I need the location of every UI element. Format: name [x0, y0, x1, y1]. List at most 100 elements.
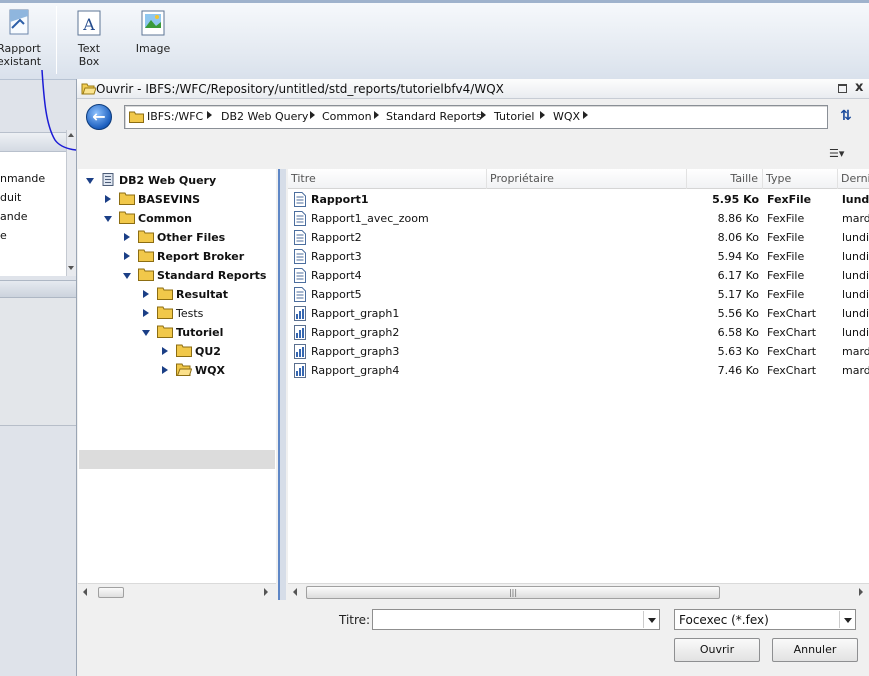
- column-header-date[interactable]: Derniè: [838, 169, 869, 189]
- svg-text:A: A: [82, 15, 95, 34]
- tree-item-tutoriel[interactable]: Tutoriel: [78, 323, 274, 342]
- scroll-up-arrow-icon[interactable]: [68, 133, 74, 137]
- view-toolbar: ☰▾: [77, 135, 869, 169]
- expand-arrow-icon[interactable]: [124, 252, 130, 260]
- file-row[interactable]: Rapport_graph3 5.63 Ko FexChart mardi: [288, 342, 869, 361]
- back-arrow-icon[interactable]: ←: [86, 104, 112, 130]
- expand-arrow-icon[interactable]: [143, 309, 149, 317]
- text-box-label: Text Box: [77, 42, 101, 68]
- file-size: 6.58 Ko: [717, 326, 759, 339]
- breadcrumb[interactable]: IBFS:/WFC DB2 Web Query Common Standard …: [124, 105, 828, 129]
- expand-arrow-icon[interactable]: [105, 195, 111, 203]
- image-button[interactable]: Image: [128, 8, 178, 55]
- tree-item-resultat[interactable]: Resultat: [78, 285, 274, 304]
- collapse-arrow-icon[interactable]: [86, 178, 94, 184]
- tree-item-label: Standard Reports: [157, 269, 267, 282]
- file-type-select[interactable]: Focexec (*.fex): [674, 609, 856, 630]
- breadcrumb-separator-icon[interactable]: [481, 111, 486, 119]
- ribbon: Rapport existant A Text Box Image: [0, 0, 869, 80]
- scrollbar-thumb[interactable]: |||: [306, 586, 720, 599]
- tree-item-report-broker[interactable]: Report Broker: [78, 247, 274, 266]
- column-header-title[interactable]: Titre: [288, 169, 487, 189]
- tree-item-tests[interactable]: Tests: [78, 304, 274, 323]
- existing-report-button[interactable]: Rapport existant: [0, 8, 52, 68]
- document-icon: [294, 230, 306, 245]
- scroll-right-arrow-icon[interactable]: [264, 588, 268, 596]
- file-type-value: Focexec (*.fex): [679, 613, 769, 627]
- file-date: lundi 7: [842, 269, 869, 282]
- scroll-down-arrow-icon[interactable]: [68, 266, 74, 270]
- breadcrumb-item[interactable]: IBFS:/WFC: [147, 110, 203, 123]
- dialog-titlebar[interactable]: Ouvrir - IBFS:/WFC/Repository/untitled/s…: [77, 79, 869, 99]
- chart-icon: [294, 344, 306, 359]
- text-box-button[interactable]: A Text Box: [64, 8, 114, 68]
- open-button[interactable]: Ouvrir: [674, 638, 760, 662]
- breadcrumb-separator-icon[interactable]: [374, 111, 379, 119]
- chart-icon: [294, 306, 306, 321]
- panel-splitter[interactable]: [278, 169, 286, 600]
- file-row[interactable]: Rapport2 8.06 Ko FexFile lundi 7: [288, 228, 869, 247]
- file-date: lundi 7: [842, 288, 869, 301]
- list-item[interactable]: duit: [0, 191, 21, 204]
- breadcrumb-item[interactable]: DB2 Web Query: [221, 110, 308, 123]
- close-icon[interactable]: x: [855, 80, 863, 95]
- tree-item-wqx[interactable]: WQX: [78, 361, 274, 380]
- tree-item-basevins[interactable]: BASEVINS: [78, 190, 274, 209]
- expand-arrow-icon[interactable]: [143, 290, 149, 298]
- file-title: Rapport_graph4: [311, 364, 400, 377]
- image-icon: [141, 10, 165, 36]
- tree-item-label: WQX: [195, 364, 225, 377]
- folder-icon: [157, 306, 173, 319]
- file-row[interactable]: Rapport_graph1 5.56 Ko FexChart lundi 7: [288, 304, 869, 323]
- collapse-arrow-icon[interactable]: [104, 216, 112, 222]
- view-options-icon[interactable]: ☰▾: [829, 147, 855, 160]
- breadcrumb-separator-icon[interactable]: [583, 111, 588, 119]
- file-type: FexFile: [767, 212, 805, 225]
- breadcrumb-item[interactable]: Tutoriel: [494, 110, 534, 123]
- expand-arrow-icon[interactable]: [162, 347, 168, 355]
- collapse-arrow-icon[interactable]: [142, 330, 150, 336]
- tree-item-standard-reports[interactable]: Standard Reports: [78, 266, 274, 285]
- cancel-button[interactable]: Annuler: [772, 638, 858, 662]
- title-input[interactable]: [372, 609, 660, 630]
- column-header-owner[interactable]: Propriétaire: [487, 169, 687, 189]
- maximize-icon[interactable]: [838, 84, 847, 93]
- tree-item-other-files[interactable]: Other Files: [78, 228, 274, 247]
- scroll-left-arrow-icon[interactable]: [293, 588, 297, 596]
- breadcrumb-separator-icon[interactable]: [540, 111, 545, 119]
- tree-item-common[interactable]: Common: [78, 209, 274, 228]
- expand-arrow-icon[interactable]: [162, 366, 168, 374]
- breadcrumb-item[interactable]: Common: [322, 110, 372, 123]
- file-row[interactable]: Rapport_graph4 7.46 Ko FexChart mardi: [288, 361, 869, 380]
- breadcrumb-item[interactable]: Standard Reports: [386, 110, 482, 123]
- scroll-left-arrow-icon[interactable]: [83, 588, 87, 596]
- chevron-down-icon[interactable]: [643, 611, 659, 628]
- column-header-type[interactable]: Type: [763, 169, 838, 189]
- left-panel-scrollbar[interactable]: [66, 130, 76, 276]
- list-item[interactable]: e: [0, 229, 7, 242]
- file-list-horizontal-scrollbar[interactable]: |||: [288, 583, 869, 600]
- file-row[interactable]: Rapport_graph2 6.58 Ko FexChart lundi 7: [288, 323, 869, 342]
- file-type: FexFile: [767, 231, 805, 244]
- expand-arrow-icon[interactable]: [124, 233, 130, 241]
- tree-horizontal-scrollbar[interactable]: [78, 583, 276, 600]
- breadcrumb-item[interactable]: WQX: [553, 110, 580, 123]
- refresh-icon[interactable]: ⇅: [837, 108, 855, 126]
- file-row[interactable]: Rapport4 6.17 Ko FexFile lundi 7: [288, 266, 869, 285]
- scroll-right-arrow-icon[interactable]: [859, 588, 863, 596]
- breadcrumb-separator-icon[interactable]: [310, 111, 315, 119]
- file-row[interactable]: Rapport1 5.95 Ko FexFile lundi: [288, 190, 869, 209]
- chevron-down-icon[interactable]: [839, 611, 855, 628]
- collapse-arrow-icon[interactable]: [123, 273, 131, 279]
- file-row[interactable]: Rapport5 5.17 Ko FexFile lundi 7: [288, 285, 869, 304]
- list-item[interactable]: ande: [0, 210, 27, 223]
- breadcrumb-separator-icon[interactable]: [207, 111, 212, 119]
- file-row[interactable]: Rapport1_avec_zoom 8.86 Ko FexFile mardi: [288, 209, 869, 228]
- tree-item-qu2[interactable]: QU2: [78, 342, 274, 361]
- file-row[interactable]: Rapport3 5.94 Ko FexFile lundi 7: [288, 247, 869, 266]
- column-header-size[interactable]: Taille: [687, 169, 763, 189]
- list-item[interactable]: nmande: [0, 172, 45, 185]
- tree-item-db2-web-query[interactable]: DB2 Web Query: [78, 171, 274, 190]
- tree-item-label: Report Broker: [157, 250, 245, 263]
- scrollbar-thumb[interactable]: [98, 587, 124, 598]
